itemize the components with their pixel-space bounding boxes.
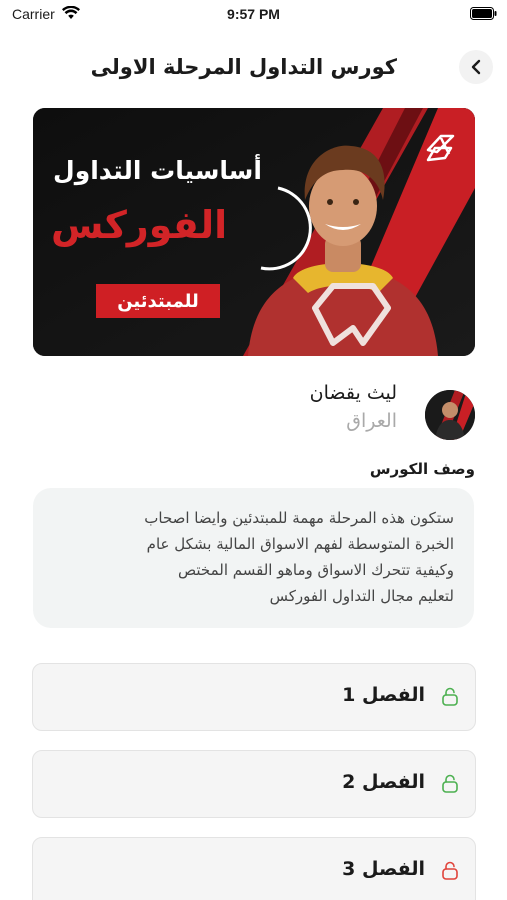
instructor-avatar-image bbox=[425, 390, 475, 440]
description-heading: وصف الكورس bbox=[369, 460, 475, 478]
banner-title-line2: الفوركس bbox=[51, 203, 228, 247]
chapter-label: الفصل 2 bbox=[342, 771, 425, 793]
battery-icon bbox=[470, 7, 497, 20]
instructor-country: العراق bbox=[346, 410, 397, 432]
description-line: الخبرة المتوسطة لفهم الاسواق المالية بشك… bbox=[146, 535, 454, 553]
banner-level-tag: للمبتدئين bbox=[96, 284, 220, 318]
banner-title-line1: أساسيات التداول bbox=[53, 156, 262, 185]
status-bar: Carrier 9:57 PM bbox=[0, 0, 507, 30]
chapter-item-2[interactable]: الفصل 2 bbox=[32, 750, 476, 818]
description-line: ستكون هذه المرحلة مهمة للمبتدئين وايضا ا… bbox=[144, 509, 454, 527]
course-description-box: ستكون هذه المرحلة مهمة للمبتدئين وايضا ا… bbox=[33, 488, 474, 628]
chevron-left-icon bbox=[471, 59, 481, 75]
page-title: كورس التداول المرحلة الاولى bbox=[90, 55, 397, 79]
course-banner: أساسيات التداول الفوركس للمبتدئين bbox=[33, 108, 475, 356]
unlock-icon bbox=[442, 774, 458, 793]
description-line: لتعليم مجال التداول الفوركس bbox=[269, 587, 454, 605]
chapter-item-3[interactable]: الفصل 3 bbox=[32, 837, 476, 900]
chapter-item-1[interactable]: الفصل 1 bbox=[32, 663, 476, 731]
clock-time: 9:57 PM bbox=[227, 6, 280, 22]
header: كورس التداول المرحلة الاولى bbox=[0, 45, 507, 91]
instructor-info[interactable]: ليث يقضان العراق bbox=[175, 380, 475, 440]
chapter-label: الفصل 3 bbox=[342, 858, 425, 880]
instructor-avatar[interactable] bbox=[425, 390, 475, 440]
instructor-name: ليث يقضان bbox=[309, 382, 397, 404]
description-line: وكيفية تتحرك الاسواق وماهو القسم المختص bbox=[178, 561, 454, 579]
unlock-icon bbox=[442, 687, 458, 706]
back-button[interactable] bbox=[459, 50, 493, 84]
chapter-label: الفصل 1 bbox=[342, 684, 425, 706]
lock-icon bbox=[442, 861, 458, 880]
